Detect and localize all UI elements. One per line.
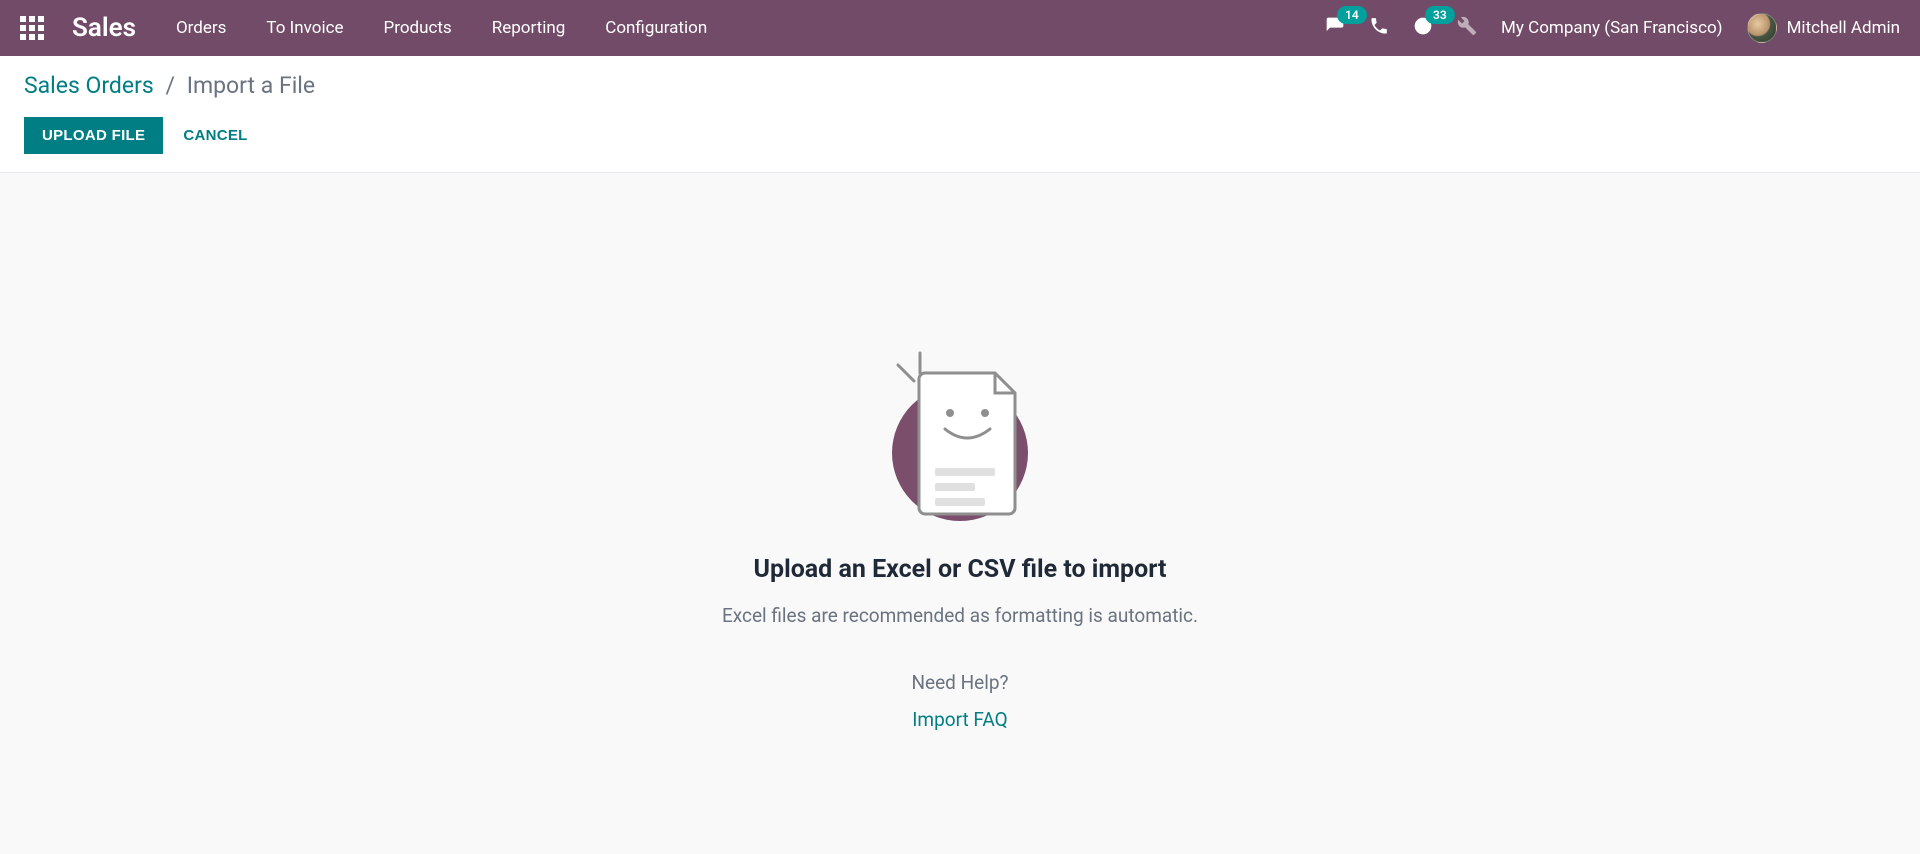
upload-file-button[interactable]: Upload File (24, 117, 163, 154)
control-panel: Sales Orders / Import a File Upload File… (0, 56, 1920, 173)
activities-badge: 33 (1425, 6, 1455, 24)
button-row: Upload File Cancel (24, 117, 1896, 154)
empty-title: Upload an Excel or CSV file to import (754, 555, 1167, 584)
help-label: Need Help? (911, 671, 1008, 694)
phone-icon (1369, 16, 1389, 40)
messages-button[interactable]: 14 (1325, 16, 1345, 40)
call-button[interactable] (1369, 16, 1389, 40)
navbar-right: 14 33 My Company (San Francisco) Mitchel… (1325, 13, 1900, 43)
menu-products[interactable]: Products (384, 18, 452, 38)
messages-badge: 14 (1337, 6, 1367, 24)
import-empty-state: Upload an Excel or CSV file to import Ex… (0, 173, 1920, 731)
user-name: Mitchell Admin (1787, 18, 1900, 38)
upload-illustration-icon (870, 343, 1050, 527)
menu-configuration[interactable]: Configuration (605, 18, 707, 38)
menu-to-invoice[interactable]: To Invoice (266, 18, 343, 38)
avatar (1747, 13, 1777, 43)
menu-reporting[interactable]: Reporting (492, 18, 566, 38)
debug-button[interactable] (1457, 16, 1477, 40)
cancel-button[interactable]: Cancel (183, 127, 247, 144)
breadcrumb-sep: / (166, 72, 176, 99)
user-menu[interactable]: Mitchell Admin (1747, 13, 1900, 43)
top-navbar: Sales Orders To Invoice Products Reporti… (0, 0, 1920, 56)
app-brand[interactable]: Sales (72, 13, 136, 43)
breadcrumb-parent[interactable]: Sales Orders (24, 72, 154, 99)
empty-subtitle: Excel files are recommended as formattin… (722, 604, 1198, 627)
company-switcher[interactable]: My Company (San Francisco) (1501, 18, 1723, 38)
menu-orders[interactable]: Orders (176, 18, 226, 38)
wrench-icon (1457, 16, 1477, 40)
breadcrumb: Sales Orders / Import a File (24, 72, 1896, 99)
breadcrumb-current: Import a File (187, 72, 315, 99)
import-faq-link[interactable]: Import FAQ (912, 708, 1007, 731)
apps-icon[interactable] (20, 16, 44, 40)
activities-button[interactable]: 33 (1413, 16, 1433, 40)
main-menu: Orders To Invoice Products Reporting Con… (176, 18, 707, 38)
